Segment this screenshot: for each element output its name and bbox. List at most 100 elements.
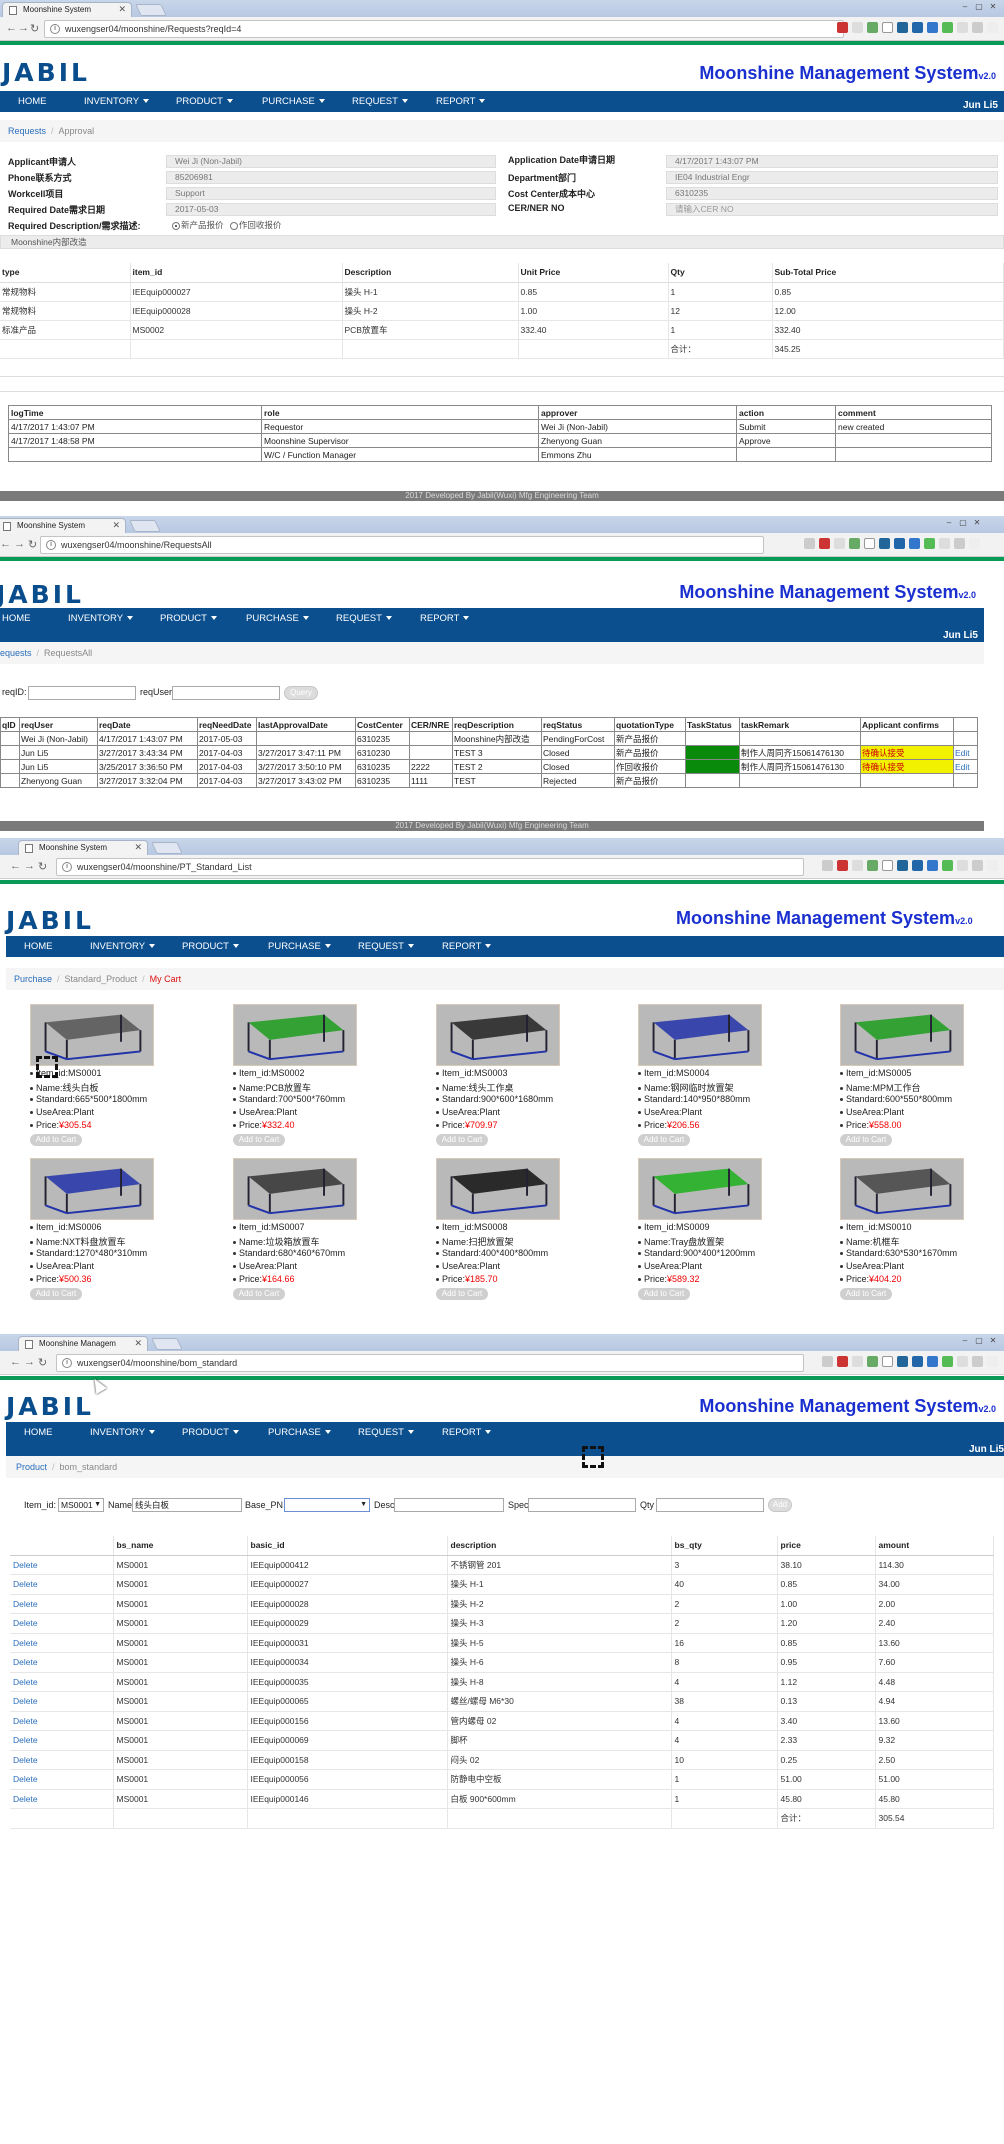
url-field[interactable]: i wuxengser04/moonshine/PT_Standard_List	[56, 858, 804, 876]
menu-request[interactable]: REQUEST	[336, 608, 392, 629]
new-tab-button[interactable]	[151, 842, 183, 854]
reqid-input[interactable]	[28, 686, 136, 700]
add-to-cart-button[interactable]: Add to Cart	[638, 1134, 690, 1146]
back-icon[interactable]: ←	[10, 860, 21, 872]
product-image[interactable]	[436, 1004, 560, 1066]
extension-icons[interactable]	[822, 860, 998, 874]
delete-link[interactable]: Delete	[10, 1730, 114, 1751]
menu-product[interactable]: PRODUCT	[182, 1422, 239, 1443]
extension-icons[interactable]	[837, 22, 998, 36]
back-icon[interactable]: ←	[0, 538, 11, 550]
requser-input[interactable]	[172, 686, 280, 700]
forward-icon[interactable]: →	[24, 860, 35, 872]
browser-tab[interactable]: Moonshine Managem ✕	[18, 1336, 148, 1351]
product-image[interactable]	[233, 1004, 357, 1066]
delete-link[interactable]: Delete	[10, 1555, 114, 1575]
delete-link[interactable]: Delete	[10, 1594, 114, 1614]
forward-icon[interactable]: →	[14, 538, 25, 550]
edit-link[interactable]: Edit	[953, 759, 978, 774]
menu-report[interactable]: REPORT	[442, 1422, 492, 1443]
add-to-cart-button[interactable]: Add to Cart	[436, 1288, 488, 1300]
cer-input[interactable]: 请输入CER NO	[666, 203, 998, 216]
desc-input[interactable]	[394, 1498, 504, 1512]
url-field[interactable]: i wuxengser04/moonshine/RequestsAll	[40, 536, 764, 554]
spec-input[interactable]	[528, 1498, 636, 1512]
edit-link[interactable]: Edit	[953, 745, 978, 760]
window-controls[interactable]: – ▢ ✕	[958, 1336, 1000, 1345]
menu-product[interactable]: PRODUCT	[182, 936, 239, 957]
menu-inventory[interactable]: INVENTORY	[68, 608, 134, 629]
add-to-cart-button[interactable]: Add to Cart	[30, 1288, 82, 1300]
delete-link[interactable]: Delete	[10, 1613, 114, 1634]
item-id-select[interactable]: MS0001 ▼	[58, 1498, 104, 1512]
crumb-my-cart[interactable]: My Cart	[150, 974, 182, 984]
menu-request[interactable]: REQUEST	[358, 1422, 414, 1443]
delete-link[interactable]: Delete	[10, 1711, 114, 1731]
delete-link[interactable]: Delete	[10, 1691, 114, 1712]
menu-purchase[interactable]: PURCHASE	[246, 608, 309, 629]
crumb-requests[interactable]: Requests	[8, 126, 46, 136]
url-field[interactable]: i wuxengser04/moonshine/Requests?reqId=4	[44, 20, 844, 38]
crumb-product[interactable]: Product	[16, 1462, 47, 1472]
menu-inventory[interactable]: INVENTORY	[90, 1422, 156, 1443]
confirm-badge[interactable]: 待确认接受	[860, 745, 954, 760]
url-field[interactable]: i wuxengser04/moonshine/bom_standard	[56, 1354, 804, 1372]
browser-tab[interactable]: Moonshine System ✕	[0, 518, 126, 533]
reload-icon[interactable]: ↻	[30, 22, 39, 35]
crumb-purchase[interactable]: Purchase	[14, 974, 52, 984]
forward-icon[interactable]: →	[18, 22, 29, 34]
back-icon[interactable]: ←	[6, 22, 17, 34]
menu-purchase[interactable]: PURCHASE	[268, 1422, 331, 1443]
forward-icon[interactable]: →	[24, 1356, 35, 1368]
reload-icon[interactable]: ↻	[28, 538, 37, 551]
extension-icons[interactable]	[822, 1356, 998, 1370]
new-tab-button[interactable]	[151, 1338, 183, 1350]
window-controls[interactable]: – ▢ ✕	[958, 2, 1000, 11]
new-tab-button[interactable]	[135, 4, 167, 16]
browser-tab[interactable]: Moonshine System ✕	[18, 840, 148, 855]
product-image[interactable]	[30, 1158, 154, 1220]
product-image[interactable]	[436, 1158, 560, 1220]
menu-home[interactable]: HOME	[2, 608, 31, 629]
base-pn-select[interactable]: ▼	[284, 1498, 370, 1512]
menu-product[interactable]: PRODUCT	[160, 608, 217, 629]
reload-icon[interactable]: ↻	[38, 1356, 47, 1369]
menu-purchase[interactable]: PURCHASE	[268, 936, 331, 957]
menu-home[interactable]: HOME	[24, 936, 53, 957]
close-tab-icon[interactable]: ✕	[134, 1337, 142, 1350]
menu-report[interactable]: REPORT	[420, 608, 470, 629]
crumb-requests[interactable]: equests	[0, 648, 32, 658]
close-tab-icon[interactable]: ✕	[134, 841, 142, 854]
confirm-badge[interactable]: 待确认接受	[860, 759, 954, 774]
add-button[interactable]: Add	[768, 1498, 792, 1512]
window-controls[interactable]: – ▢ ✕	[942, 518, 984, 527]
name-input[interactable]: 线头白板	[132, 1498, 242, 1512]
menu-report[interactable]: REPORT	[442, 936, 492, 957]
back-icon[interactable]: ←	[10, 1356, 21, 1368]
qty-input[interactable]	[656, 1498, 764, 1512]
product-image[interactable]	[638, 1158, 762, 1220]
extension-icons[interactable]	[804, 538, 980, 552]
radio-recycle[interactable]	[229, 221, 238, 230]
query-button[interactable]: Query	[284, 686, 318, 700]
new-tab-button[interactable]	[129, 520, 161, 532]
delete-link[interactable]: Delete	[10, 1769, 114, 1790]
add-to-cart-button[interactable]: Add to Cart	[638, 1288, 690, 1300]
add-to-cart-button[interactable]: Add to Cart	[233, 1134, 285, 1146]
product-image[interactable]	[840, 1158, 964, 1220]
delete-link[interactable]: Delete	[10, 1789, 114, 1809]
user-name[interactable]: Jun Li5	[943, 629, 978, 642]
menu-home[interactable]: HOME	[24, 1422, 53, 1443]
delete-link[interactable]: Delete	[10, 1574, 114, 1595]
menu-inventory[interactable]: INVENTORY	[90, 936, 156, 957]
browser-tab[interactable]: Moonshine System ✕	[2, 2, 132, 17]
product-image[interactable]	[638, 1004, 762, 1066]
close-tab-icon[interactable]: ✕	[118, 3, 126, 16]
add-to-cart-button[interactable]: Add to Cart	[436, 1134, 488, 1146]
user-name[interactable]: Jun Li5	[969, 1443, 1004, 1456]
delete-link[interactable]: Delete	[10, 1672, 114, 1692]
reload-icon[interactable]: ↻	[38, 860, 47, 873]
user-name[interactable]: Jun Li5	[963, 99, 998, 112]
add-to-cart-button[interactable]: Add to Cart	[840, 1134, 892, 1146]
add-to-cart-button[interactable]: Add to Cart	[30, 1134, 82, 1146]
